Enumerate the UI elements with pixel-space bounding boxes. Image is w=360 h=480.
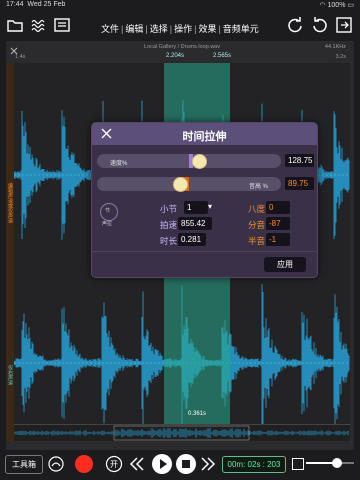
jump-to-start-icon[interactable]: 开 xyxy=(105,455,123,473)
top-toolbar: 文件 | 编辑 | 选择 | 操作 | 效果 | 音频单元 xyxy=(0,10,360,40)
pitch-slider-knob[interactable] xyxy=(172,177,188,192)
document-icon[interactable] xyxy=(53,16,71,34)
status-bar: 17:44 Wed 25 Feb ◠ 100% ▭ xyxy=(0,0,360,10)
main-menu: 文件 | 编辑 | 选择 | 操作 | 效果 | 音频单元 xyxy=(101,24,259,34)
battery-percent: 100% xyxy=(327,2,346,9)
duration-label: 时长 xyxy=(160,236,178,246)
ruler-end-time: 3.2s xyxy=(335,54,346,60)
dialog-title: 时间拉伸 xyxy=(182,131,227,143)
menu-select[interactable]: 选择 xyxy=(150,24,168,34)
bottom-toolbar: 工具箱 开 00m: 02s : 203 xyxy=(0,450,360,480)
volume-slider-knob[interactable] xyxy=(332,458,343,468)
sample-rate: 44.1KHz xyxy=(324,44,346,50)
toolbox-button[interactable]: 工具箱 xyxy=(5,455,43,474)
dial-label-top: 节 xyxy=(105,208,111,214)
rewind-icon[interactable] xyxy=(128,455,146,473)
minimap-waveform xyxy=(13,428,349,438)
apply-button[interactable]: 应用 xyxy=(264,257,306,272)
volume-icon xyxy=(292,458,304,470)
pitch-label: 音高 % xyxy=(249,184,269,190)
track-label-right: 仅右声道 xyxy=(7,365,13,385)
selection-start-time: 2.204s xyxy=(166,53,185,59)
undo-icon[interactable] xyxy=(311,16,329,34)
status-date: Wed 25 Feb xyxy=(27,1,66,8)
bpm-value[interactable]: 855.42 xyxy=(178,217,212,230)
selection-end-time: 2.565s xyxy=(213,53,232,59)
play-button[interactable] xyxy=(152,454,172,474)
overview-minimap[interactable] xyxy=(13,424,350,441)
time-stretch-dialog: 时间拉伸 速度% 128.75 音高 % 89.75 节 声拉 小节 1 ▾ 拍… xyxy=(91,122,318,278)
menu-effects[interactable]: 效果 xyxy=(198,24,216,34)
menu-edit[interactable]: 编辑 xyxy=(125,24,143,34)
menu-file[interactable]: 文件 xyxy=(101,24,119,34)
speed-value[interactable]: 128.75 xyxy=(285,154,314,167)
volume-slider[interactable] xyxy=(306,458,354,468)
dial-label-bottom: 声拉 xyxy=(102,221,113,227)
pitch-value[interactable]: 89.75 xyxy=(285,177,314,190)
fast-forward-icon[interactable] xyxy=(199,455,217,473)
wifi-icon: ◠ xyxy=(319,2,326,9)
ruler-start-time: 1.4s xyxy=(15,54,26,60)
track-gutter: 编辑声道或仅声道 仅右声道 xyxy=(6,63,14,441)
semitone-label: 半音 xyxy=(248,236,266,246)
close-editor-icon[interactable] xyxy=(10,42,18,55)
waveform-icon[interactable] xyxy=(30,16,48,34)
record-button[interactable] xyxy=(75,455,93,473)
duration-value[interactable]: 0.281 xyxy=(178,233,206,246)
selection-length: 0.361s xyxy=(188,411,207,417)
mode-dial[interactable]: 节 xyxy=(100,203,118,221)
time-display: 00m: 02s : 203 xyxy=(222,456,286,473)
speed-slider-knob[interactable] xyxy=(191,154,207,169)
share-icon[interactable] xyxy=(335,16,353,34)
dialog-divider xyxy=(92,251,317,252)
cents-label: 分音 xyxy=(248,220,266,230)
loop-icon[interactable] xyxy=(47,455,65,473)
menu-operate[interactable]: 操作 xyxy=(174,24,192,34)
octave-label: 八度 xyxy=(248,204,266,214)
octave-value[interactable]: 0 xyxy=(266,201,290,214)
cents-value[interactable]: -87 xyxy=(266,217,290,230)
file-title: Local Gallery / Drums.loop.wav xyxy=(144,44,221,50)
battery-icon: ▭ xyxy=(347,2,354,9)
bpm-label: 拍速 xyxy=(160,220,178,230)
dialog-header: 时间拉伸 xyxy=(92,123,317,145)
svg-text:开: 开 xyxy=(110,460,118,469)
speed-label: 速度% xyxy=(110,161,128,167)
semitone-value[interactable]: -1 xyxy=(266,233,290,246)
status-time: 17:44 xyxy=(6,1,24,8)
redo-icon[interactable] xyxy=(286,16,304,34)
stop-button[interactable] xyxy=(176,454,196,474)
track-label-left: 编辑声道或仅声道 xyxy=(7,183,13,223)
bar-value[interactable]: 1 xyxy=(184,201,208,214)
chevron-down-icon[interactable]: ▾ xyxy=(208,202,212,211)
folder-icon[interactable] xyxy=(6,16,24,34)
menu-audio-units[interactable]: 音频单元 xyxy=(223,24,259,34)
time-ruler: Local Gallery / Drums.loop.wav 44.1KHz 1… xyxy=(6,41,354,63)
bar-label: 小节 xyxy=(160,204,178,214)
